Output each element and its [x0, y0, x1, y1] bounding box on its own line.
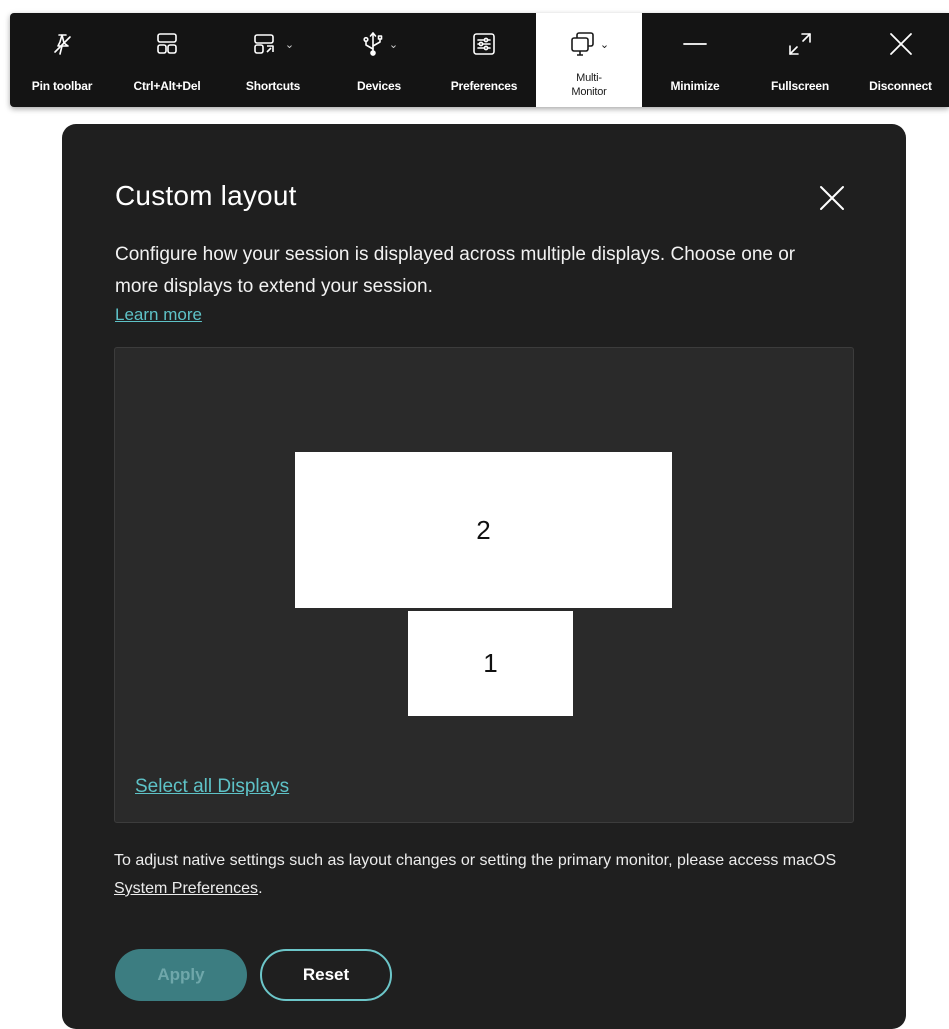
ctrl-alt-del-label: Ctrl+Alt+Del: [133, 79, 201, 93]
custom-layout-dialog: Custom layout Configure how your session…: [62, 124, 906, 1029]
close-dialog-button[interactable]: [814, 180, 850, 216]
fullscreen-label: Fullscreen: [770, 79, 830, 93]
devices-button[interactable]: ⌄ Devices: [326, 13, 432, 107]
shortcuts-label: Shortcuts: [245, 79, 301, 93]
display-1[interactable]: 1: [408, 611, 573, 716]
preferences-button[interactable]: Preferences: [432, 13, 536, 107]
fullscreen-icon: [786, 29, 814, 59]
shortcuts-icon: ⌄: [252, 29, 294, 59]
chevron-down-icon: ⌄: [284, 38, 295, 51]
usb-icon: ⌄: [360, 29, 398, 59]
note-suffix: .: [258, 880, 263, 897]
ctrl-alt-del-icon: [155, 29, 179, 59]
devices-label: Devices: [357, 79, 401, 93]
display-2[interactable]: 2: [295, 452, 672, 608]
note-text: To adjust native settings such as layout…: [114, 852, 837, 869]
pin-icon: [49, 29, 75, 59]
chevron-down-icon: ⌄: [388, 38, 399, 51]
multi-monitor-label: Multi- Monitor: [571, 72, 607, 98]
multi-monitor-icon: ⌄: [569, 29, 609, 59]
session-toolbar: Pin toolbar Ctrl+Alt+Del ⌄ Shortcuts ⌄ D…: [10, 13, 949, 107]
disconnect-label: Disconnect: [869, 79, 932, 93]
system-preferences-link[interactable]: System Preferences: [114, 880, 258, 897]
close-icon: [820, 186, 844, 210]
preferences-label: Preferences: [450, 79, 518, 93]
minimize-button[interactable]: Minimize: [642, 13, 748, 107]
display-layout-area: 2 1 Select all Displays: [114, 347, 854, 823]
shortcuts-button[interactable]: ⌄ Shortcuts: [220, 13, 326, 107]
dialog-description: Configure how your session is displayed …: [115, 244, 796, 297]
close-icon: [887, 29, 915, 59]
preferences-icon: [471, 29, 497, 59]
chevron-down-icon: ⌄: [599, 38, 610, 51]
learn-more-link[interactable]: Learn more: [115, 305, 202, 325]
select-all-displays-link[interactable]: Select all Displays: [135, 776, 289, 798]
pin-toolbar-label: Pin toolbar: [31, 79, 93, 93]
apply-button[interactable]: Apply: [115, 949, 247, 1001]
fullscreen-button[interactable]: Fullscreen: [748, 13, 852, 107]
reset-button[interactable]: Reset: [260, 949, 392, 1001]
ctrl-alt-del-button[interactable]: Ctrl+Alt+Del: [114, 13, 220, 107]
disconnect-button[interactable]: Disconnect: [852, 13, 949, 107]
minimize-label: Minimize: [670, 79, 720, 93]
display-1-number: 1: [483, 648, 498, 678]
multi-monitor-button[interactable]: ⌄ Multi- Monitor: [536, 13, 642, 107]
pin-toolbar-button[interactable]: Pin toolbar: [10, 13, 114, 107]
native-settings-note: To adjust native settings such as layout…: [114, 847, 859, 903]
dialog-title: Custom layout: [115, 180, 297, 211]
display-2-number: 2: [476, 514, 491, 545]
minimize-icon: [681, 29, 709, 59]
